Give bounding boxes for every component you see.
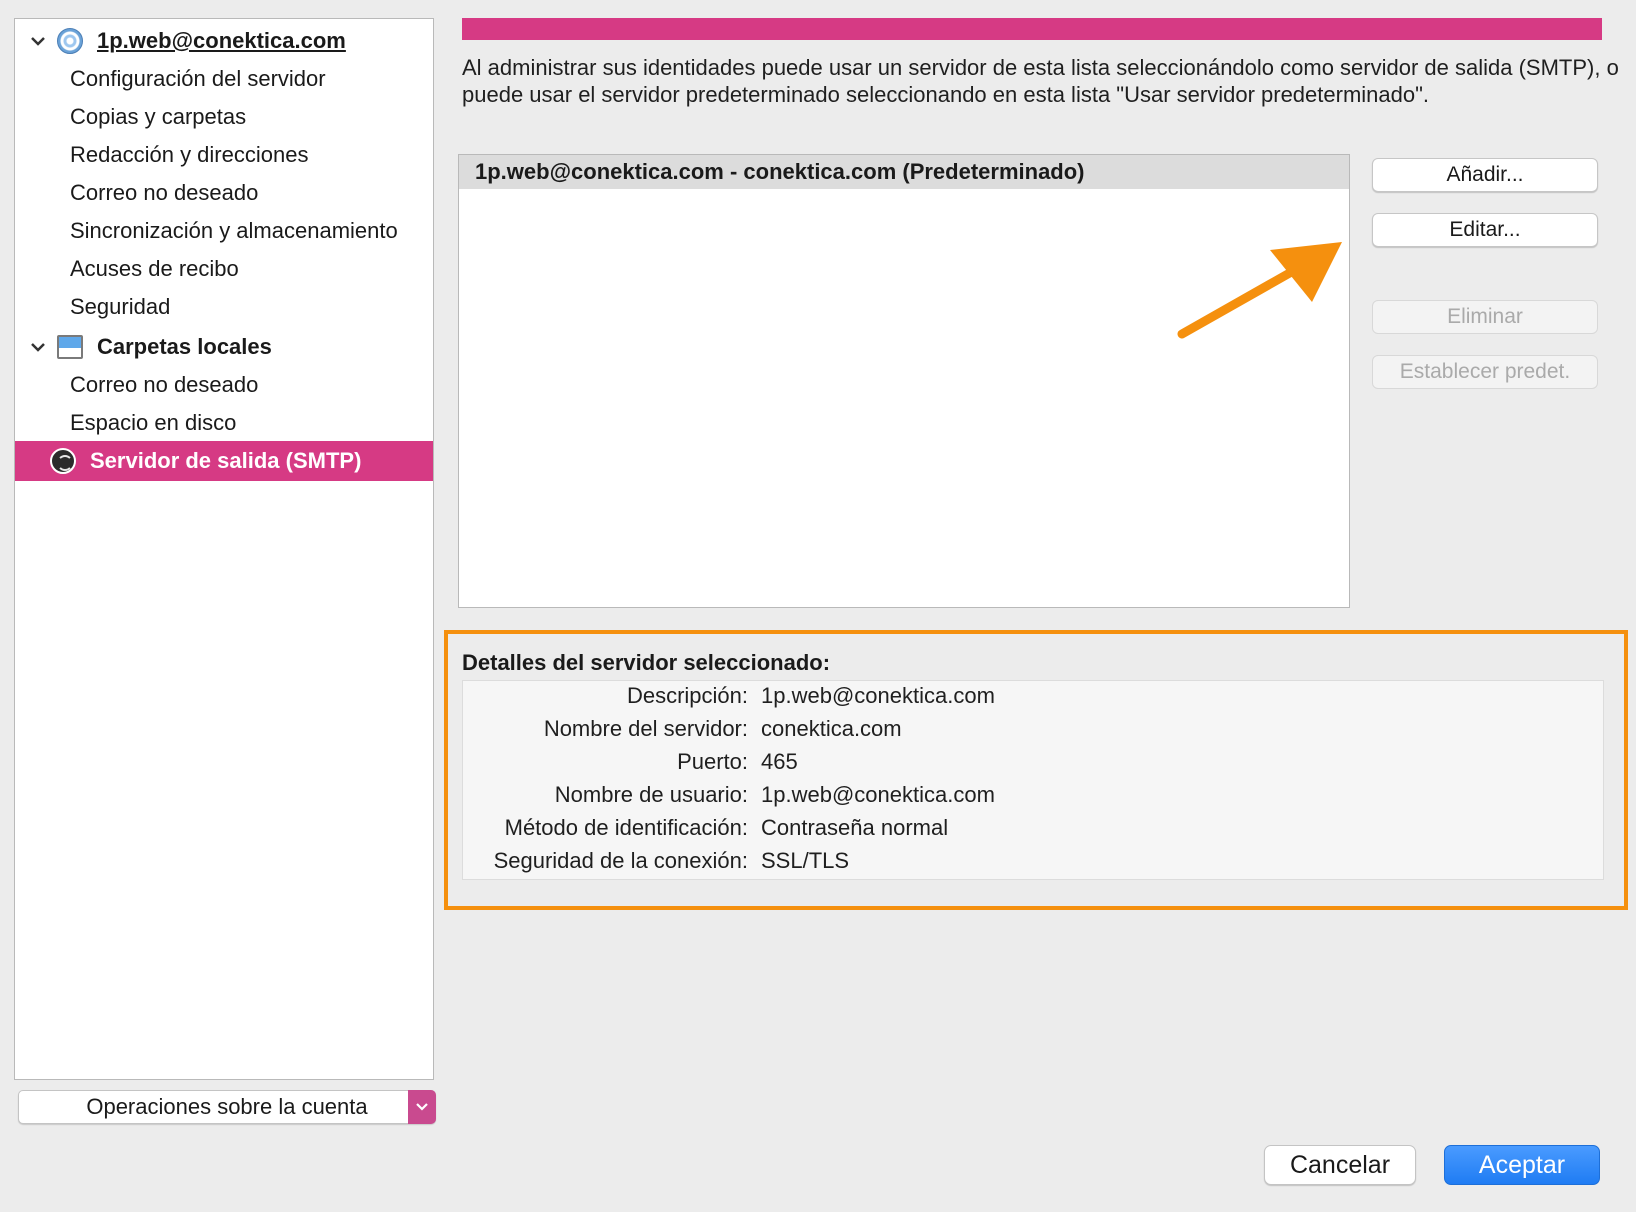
- mail-account-icon: [57, 28, 83, 54]
- header-accent-bar: [462, 18, 1602, 40]
- detail-value: 1p.web@conektica.com: [761, 782, 995, 807]
- sidebar-item-smtp[interactable]: Servidor de salida (SMTP): [15, 441, 433, 481]
- sidebar-item-server-settings[interactable]: Configuración del servidor: [15, 59, 433, 99]
- detail-row-port: Puerto: 465: [463, 749, 1603, 781]
- sidebar-item-sync-storage[interactable]: Sincronización y almacenamiento: [15, 211, 433, 251]
- detail-label: Nombre del servidor:: [543, 716, 748, 741]
- detail-row-auth-method: Método de identificación: Contraseña nor…: [463, 815, 1603, 847]
- sidebar-item-junk[interactable]: Correo no deseado: [15, 173, 433, 213]
- account-tree: 1p.web@conektica.com Configuración del s…: [14, 18, 434, 1080]
- detail-label: Seguridad de la conexión:: [493, 848, 748, 873]
- tree-local-folders-row[interactable]: Carpetas locales: [15, 327, 433, 367]
- chevron-down-icon[interactable]: [408, 1090, 436, 1124]
- account-operations-label: Operaciones sobre la cuenta: [86, 1094, 368, 1119]
- sidebar-item-label: Correo no deseado: [70, 180, 259, 205]
- detail-value: 465: [761, 749, 798, 774]
- cancel-button[interactable]: Cancelar: [1264, 1145, 1416, 1185]
- sidebar-item-label: Espacio en disco: [70, 410, 237, 435]
- detail-label: Método de identificación:: [504, 815, 748, 840]
- sidebar-item-receipts[interactable]: Acuses de recibo: [15, 249, 433, 289]
- outgoing-server-icon: [50, 448, 76, 474]
- account-name: 1p.web@conektica.com: [97, 28, 346, 53]
- server-list-item-label: 1p.web@conektica.com - conektica.com (Pr…: [475, 159, 1085, 184]
- detail-value: SSL/TLS: [761, 848, 850, 873]
- set-default-button[interactable]: Establecer predet.: [1372, 355, 1598, 389]
- sidebar-item-copies-folders[interactable]: Copias y carpetas: [15, 97, 433, 137]
- sidebar-item-label: Correo no deseado: [70, 372, 259, 397]
- annotation-arrow-icon: [1177, 242, 1342, 339]
- detail-row-description: Descripción: 1p.web@conektica.com: [463, 683, 1603, 715]
- details-title: Detalles del servidor seleccionado:: [462, 650, 831, 675]
- smtp-server-list[interactable]: 1p.web@conektica.com - conektica.com (Pr…: [458, 154, 1350, 608]
- account-operations-dropdown[interactable]: Operaciones sobre la cuenta: [18, 1090, 436, 1124]
- sidebar-item-label: Configuración del servidor: [70, 66, 326, 91]
- detail-row-server-name: Nombre del servidor: conektica.com: [463, 716, 1603, 748]
- detail-value: conektica.com: [761, 716, 902, 741]
- delete-button[interactable]: Eliminar: [1372, 300, 1598, 334]
- detail-label: Nombre de usuario:: [554, 782, 748, 807]
- add-button[interactable]: Añadir...: [1372, 158, 1598, 192]
- sidebar-item-composition[interactable]: Redacción y direcciones: [15, 135, 433, 175]
- sidebar-item-local-junk[interactable]: Correo no deseado: [15, 365, 433, 405]
- detail-value: 1p.web@conektica.com: [761, 683, 995, 708]
- detail-label: Descripción:: [626, 683, 748, 708]
- local-folders-name: Carpetas locales: [97, 334, 272, 359]
- intro-text: Al administrar sus identidades puede usa…: [462, 55, 1619, 107]
- chevron-down-icon[interactable]: [25, 341, 51, 353]
- sidebar-item-label: Redacción y direcciones: [70, 142, 309, 167]
- sidebar-item-disk-space[interactable]: Espacio en disco: [15, 403, 433, 443]
- chevron-down-icon[interactable]: [25, 35, 51, 47]
- detail-label: Puerto:: [677, 749, 748, 774]
- detail-value: Contraseña normal: [761, 815, 949, 840]
- detail-row-connection-security: Seguridad de la conexión: SSL/TLS: [463, 848, 1603, 880]
- sidebar-item-label: Copias y carpetas: [70, 104, 247, 129]
- local-folders-icon: [57, 335, 83, 359]
- sidebar-item-label: Sincronización y almacenamiento: [70, 218, 398, 243]
- detail-row-username: Nombre de usuario: 1p.web@conektica.com: [463, 782, 1603, 814]
- sidebar-item-label: Seguridad: [70, 294, 171, 319]
- server-list-item[interactable]: 1p.web@conektica.com - conektica.com (Pr…: [459, 155, 1349, 189]
- accept-button[interactable]: Aceptar: [1444, 1145, 1600, 1185]
- sidebar-item-security[interactable]: Seguridad: [15, 287, 433, 327]
- sidebar-item-label: Acuses de recibo: [70, 256, 239, 281]
- edit-button[interactable]: Editar...: [1372, 213, 1598, 247]
- sidebar-item-label: Servidor de salida (SMTP): [90, 448, 362, 473]
- tree-account-row[interactable]: 1p.web@conektica.com: [15, 21, 433, 61]
- server-details-panel: Descripción: 1p.web@conektica.com Nombre…: [462, 680, 1604, 880]
